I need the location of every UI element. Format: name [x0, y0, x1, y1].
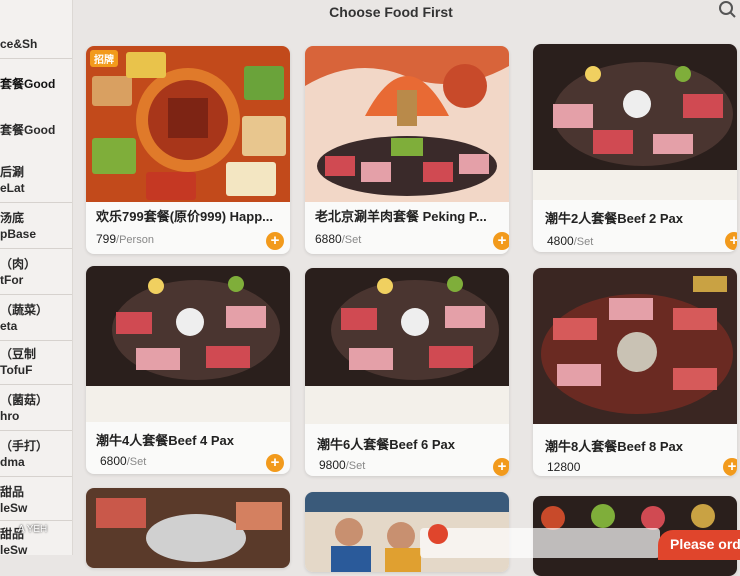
- product-card[interactable]: 潮牛4人套餐Beef 4 Pax 6800/Set +: [86, 266, 290, 474]
- product-image: [533, 44, 737, 200]
- sidebar-item-label: eta: [0, 319, 18, 333]
- plus-icon: +: [727, 458, 737, 475]
- product-image: [305, 46, 509, 202]
- sidebar-item-label: 后涮: [0, 165, 25, 179]
- product-card[interactable]: 老北京涮羊肉套餐 Peking P... 6880/Set +: [305, 46, 509, 254]
- sidebar-item-1[interactable]: ce&Sh: [0, 36, 72, 52]
- price-value: 9800: [319, 458, 346, 472]
- divider: [0, 430, 72, 431]
- page-header: Choose Food First: [72, 0, 740, 28]
- add-to-cart-button[interactable]: +: [266, 454, 284, 472]
- sidebar-item-label: （手打）: [0, 439, 49, 453]
- sidebar-item-label: leSw: [0, 543, 28, 557]
- plus-icon: +: [497, 232, 507, 249]
- product-image: [86, 46, 290, 202]
- divider: [0, 58, 72, 59]
- product-price: 6880/Set: [315, 232, 361, 246]
- search-icon[interactable]: [718, 0, 736, 18]
- sidebar-item-10[interactable]: （手打） dma: [0, 438, 72, 470]
- sidebar-item-4[interactable]: 后涮 eLat: [0, 164, 72, 196]
- sidebar-item-7[interactable]: （蔬菜） eta: [0, 302, 72, 334]
- product-card[interactable]: [86, 488, 290, 568]
- sidebar-item-label: （菌菇）: [0, 393, 49, 407]
- price-value: 799: [96, 232, 117, 246]
- sidebar-item-label: 甜品: [0, 485, 25, 499]
- add-to-cart-button[interactable]: +: [493, 232, 509, 250]
- sidebar-item-3[interactable]: 套餐Good: [0, 122, 72, 138]
- product-name: 潮牛4人套餐Beef 4 Pax: [96, 433, 234, 448]
- plus-icon: +: [270, 232, 280, 249]
- plus-icon: +: [497, 458, 507, 475]
- sidebar-item-label: TofuF: [0, 363, 33, 377]
- product-card[interactable]: 招牌 欢乐799套餐(原价999) Happ... 799/Person +: [86, 46, 290, 254]
- sidebar-item-6[interactable]: （肉） tFor: [0, 256, 72, 288]
- sidebar-item-label: ce&Sh: [0, 37, 38, 51]
- divider: [0, 340, 72, 341]
- divider: [0, 384, 72, 385]
- product-price: 12800: [547, 460, 580, 474]
- product-price: 9800/Set: [319, 458, 365, 472]
- sidebar-item-label: dma: [0, 455, 25, 469]
- add-to-cart-button[interactable]: +: [723, 458, 737, 476]
- sidebar-item-label: 套餐Good: [0, 123, 56, 137]
- sidebar-item-label: 套餐Good: [0, 77, 56, 91]
- add-to-cart-button[interactable]: +: [493, 458, 509, 476]
- price-unit: /Set: [345, 460, 366, 472]
- sidebar-item-9[interactable]: （菌菇） hro: [0, 392, 72, 424]
- product-price: 799/Person: [96, 232, 154, 246]
- plus-icon: +: [270, 454, 280, 471]
- product-card[interactable]: 潮牛2人套餐Beef 2 Pax 4800/Set +: [533, 44, 737, 252]
- page-title: Choose Food First: [329, 4, 453, 20]
- product-price: 4800/Set: [547, 234, 593, 248]
- sidebar-item-label: hro: [0, 409, 20, 423]
- product-image: [305, 268, 509, 424]
- product-image: [86, 488, 290, 568]
- cart-icon[interactable]: [428, 524, 448, 544]
- price-value: 12800: [547, 460, 581, 474]
- price-unit: /Set: [573, 236, 594, 248]
- sidebar-item-label: （豆制: [0, 347, 37, 361]
- divider: [0, 294, 72, 295]
- product-name: 欢乐799套餐(原价999) Happ...: [96, 209, 273, 224]
- sidebar-item-label: tFor: [0, 273, 24, 287]
- add-to-cart-button[interactable]: +: [725, 232, 737, 250]
- product-card[interactable]: 潮牛6人套餐Beef 6 Pax 9800/Set +: [305, 268, 509, 476]
- price-unit: /Set: [341, 234, 362, 246]
- divider: [0, 202, 72, 203]
- signature-badge: 招牌: [90, 50, 118, 67]
- sidebar-item-8[interactable]: （豆制 TofuF: [0, 346, 72, 378]
- divider: [0, 520, 72, 521]
- product-price: 6800/Set: [100, 454, 146, 468]
- price-unit: /Person: [116, 234, 154, 246]
- price-value: 4800: [547, 234, 574, 248]
- sidebar-item-2[interactable]: 套餐Good: [0, 76, 72, 92]
- sidebar-item-11[interactable]: 甜品 leSw: [0, 484, 72, 516]
- sidebar-item-label: （蔬菜）: [0, 303, 49, 317]
- price-value: 6880: [315, 232, 342, 246]
- product-name: 潮牛8人套餐Beef 8 Pax: [545, 439, 683, 454]
- product-name: 潮牛6人套餐Beef 6 Pax: [317, 437, 455, 452]
- divider: [0, 476, 72, 477]
- watermark: A YEH: [18, 524, 48, 535]
- product-image: [86, 266, 290, 422]
- sidebar-item-label: pBase: [0, 227, 37, 241]
- product-name: 潮牛2人套餐Beef 2 Pax: [545, 211, 683, 226]
- price-value: 6800: [100, 454, 127, 468]
- sidebar-item-label: leSw: [0, 501, 28, 515]
- product-name: 老北京涮羊肉套餐 Peking P...: [315, 209, 487, 224]
- divider: [0, 248, 72, 249]
- product-image: [533, 268, 737, 424]
- category-sidebar: ce&Sh 套餐Good 套餐Good 后涮 eLat 汤底 pBase （肉） tF…: [0, 0, 73, 557]
- cart-bar: [420, 528, 660, 558]
- sidebar-item-label: eLat: [0, 181, 25, 195]
- add-to-cart-button[interactable]: +: [266, 232, 284, 250]
- sidebar-item-label: 汤底: [0, 211, 25, 225]
- price-unit: /Set: [126, 456, 147, 468]
- sidebar-item-label: （肉）: [0, 257, 37, 271]
- plus-icon: +: [729, 232, 737, 249]
- checkout-button[interactable]: Please ord: [658, 530, 740, 560]
- product-card[interactable]: 潮牛8人套餐Beef 8 Pax 12800 +: [533, 268, 737, 476]
- sidebar-item-5[interactable]: 汤底 pBase: [0, 210, 72, 242]
